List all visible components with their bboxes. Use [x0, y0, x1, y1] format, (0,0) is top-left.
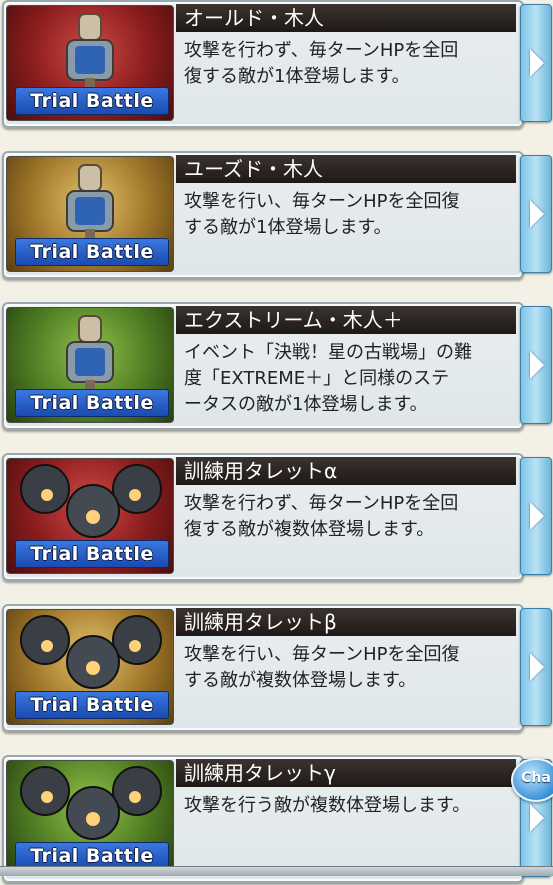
description-line: 復する敵が複数体登場します。 — [184, 519, 435, 540]
description-line: 攻撃を行わず、毎ターンHPを全回 — [184, 493, 459, 514]
chevron-right-icon — [530, 653, 544, 681]
trial-battle-card[interactable]: Trial Battle 訓練用タレットβ 攻撃を行い、毎ターンHPを全回復 す… — [0, 604, 553, 734]
enemy-thumbnail[interactable]: Trial Battle — [6, 609, 174, 725]
chevron-right-icon — [530, 502, 544, 530]
training-dummy-icon — [66, 315, 114, 400]
chevron-right-icon — [530, 49, 544, 77]
card-title: ユーズド・木人 — [176, 155, 516, 183]
card-description: 攻撃を行う敵が複数体登場します。 — [184, 793, 514, 819]
trial-battle-card[interactable]: Trial Battle エクストリーム・木人＋ イベント「決戦！星の古戦場」の… — [0, 302, 553, 432]
enemy-thumbnail[interactable]: Trial Battle — [6, 458, 174, 574]
description-line: 攻撃を行い、毎ターンHPを全回復 — [184, 191, 460, 212]
chevron-right-icon — [530, 804, 544, 832]
card-title: オールド・木人 — [176, 4, 516, 32]
card-title: 訓練用タレットγ — [176, 759, 516, 787]
trial-battle-badge: Trial Battle — [15, 389, 169, 417]
trial-battle-badge: Trial Battle — [15, 238, 169, 266]
enemy-thumbnail[interactable]: Trial Battle — [6, 307, 174, 423]
card-title: 訓練用タレットβ — [176, 608, 516, 636]
description-line: ータスの敵が1体登場します。 — [184, 394, 428, 415]
description-line: 攻撃を行い、毎ターンHPを全回復 — [184, 644, 460, 665]
enemy-thumbnail[interactable]: Trial Battle — [6, 156, 174, 272]
select-arrow-button[interactable] — [520, 306, 552, 424]
card-description: 攻撃を行い、毎ターンHPを全回復 する敵が1体登場します。 — [184, 189, 514, 241]
trial-battle-badge: Trial Battle — [15, 691, 169, 719]
card-description: イベント「決戦！星の古戦場」の難 度「EXTREME＋」と同様のステ ータスの敵… — [184, 340, 514, 418]
description-line: 攻撃を行う敵が複数体登場します。 — [184, 795, 471, 816]
chevron-right-icon — [530, 200, 544, 228]
trial-battle-card[interactable]: Trial Battle オールド・木人 攻撃を行わず、毎ターンHPを全回 復す… — [0, 0, 553, 130]
card-title: 訓練用タレットα — [176, 457, 516, 485]
enemy-thumbnail[interactable]: Trial Battle — [6, 5, 174, 121]
chat-button[interactable]: Cha — [511, 758, 553, 802]
training-dummy-icon — [66, 13, 114, 98]
card-description: 攻撃を行わず、毎ターンHPを全回 復する敵が複数体登場します。 — [184, 491, 514, 543]
trial-battle-badge: Trial Battle — [15, 87, 169, 115]
select-arrow-button[interactable] — [520, 608, 552, 726]
description-line: イベント「決戦！星の古戦場」の難 — [184, 342, 472, 363]
description-line: 度「EXTREME＋」と同様のステ — [184, 368, 450, 389]
description-line: する敵が1体登場します。 — [184, 217, 392, 238]
description-line: する敵が複数体登場します。 — [184, 670, 417, 691]
select-arrow-button[interactable] — [520, 4, 552, 122]
trial-battle-badge: Trial Battle — [15, 540, 169, 568]
card-description: 攻撃を行い、毎ターンHPを全回復 する敵が複数体登場します。 — [184, 642, 514, 694]
enemy-thumbnail[interactable]: Trial Battle — [6, 760, 174, 876]
select-arrow-button[interactable] — [520, 457, 552, 575]
trial-battle-card[interactable]: Trial Battle 訓練用タレットα 攻撃を行わず、毎ターンHPを全回 復… — [0, 453, 553, 583]
training-dummy-icon — [66, 164, 114, 249]
card-title: エクストリーム・木人＋ — [176, 306, 516, 334]
chevron-right-icon — [530, 351, 544, 379]
trial-battle-card[interactable]: Trial Battle ユーズド・木人 攻撃を行い、毎ターンHPを全回復 する… — [0, 151, 553, 281]
description-line: 攻撃を行わず、毎ターンHPを全回 — [184, 40, 459, 61]
select-arrow-button[interactable] — [520, 155, 552, 273]
card-description: 攻撃を行わず、毎ターンHPを全回 復する敵が1体登場します。 — [184, 38, 514, 90]
description-line: 復する敵が1体登場します。 — [184, 66, 410, 87]
